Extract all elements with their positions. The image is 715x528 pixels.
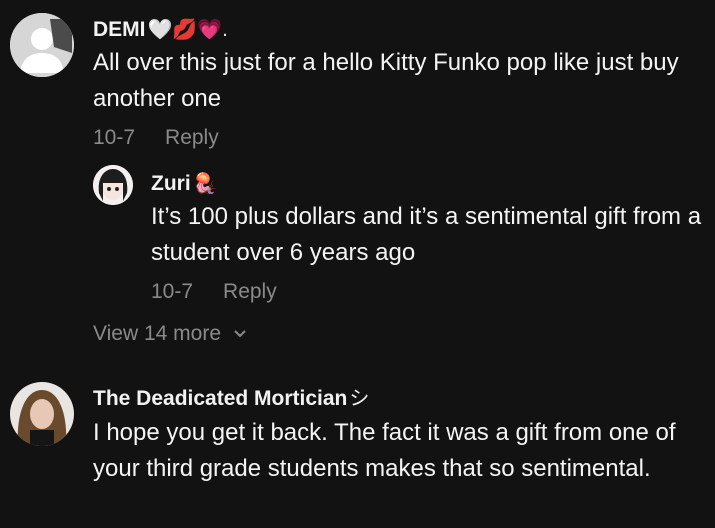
reply-avatar[interactable]: [93, 165, 133, 205]
avatar[interactable]: [10, 13, 74, 77]
reply-meta: 10-7 Reply: [151, 280, 277, 304]
jellyfish-icon: 🪼: [192, 173, 218, 195]
chevron-down-icon: [234, 330, 246, 338]
comment-item: The Deadicated Mortician シ I hope you get…: [0, 360, 715, 528]
reply-date: 10-7: [151, 280, 194, 303]
username-emoji: 🤍💋💗.: [147, 19, 228, 41]
reply-text: It’s 100 plus dollars and it’s a sentime…: [151, 203, 702, 266]
comment-text: I hope you get it back. The fact it was …: [93, 419, 676, 482]
anime-avatar-icon: [93, 165, 133, 205]
view-more-replies-button[interactable]: View 14 more: [93, 322, 247, 346]
reply-username[interactable]: Zuri 🪼: [151, 172, 218, 196]
profile-photo-icon: [10, 382, 74, 446]
comment-text: All over this just for a hello Kitty Fun…: [93, 49, 679, 112]
comment-item: DEMI 🤍💋💗. All over this just for a hello …: [0, 0, 715, 360]
username-emoji: シ: [349, 388, 370, 410]
comment-date: 10-7: [93, 126, 136, 149]
reply-button[interactable]: Reply: [223, 280, 277, 303]
comment-meta: 10-7 Reply: [93, 126, 219, 150]
reply-button[interactable]: Reply: [165, 126, 219, 149]
comment-username[interactable]: The Deadicated Mortician シ: [93, 387, 369, 411]
comment-username[interactable]: DEMI 🤍💋💗.: [93, 18, 228, 42]
avatar[interactable]: [10, 382, 74, 446]
default-avatar-icon: [10, 13, 74, 77]
